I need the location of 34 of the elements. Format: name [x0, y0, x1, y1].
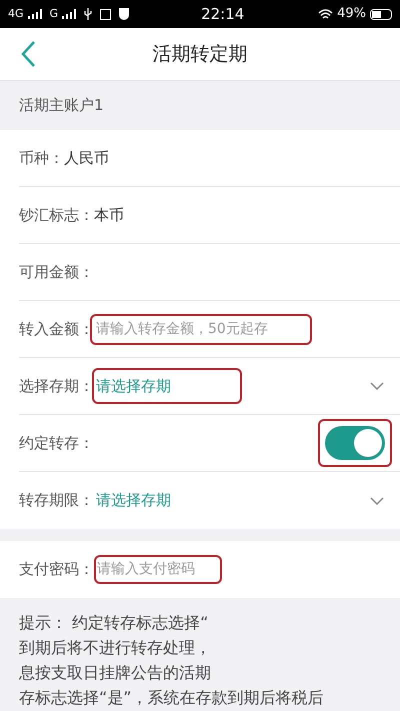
network-label: 4G — [8, 6, 24, 22]
field-label: 选择存期： — [19, 376, 94, 397]
clock: 22:14 — [201, 4, 244, 25]
usb-icon — [84, 8, 92, 20]
hint-text: 息按支取日挂牌公告的活期 — [19, 662, 212, 684]
field-label: 支付密码： — [19, 559, 94, 580]
signal-icon — [62, 9, 76, 19]
field-value: 人民币 — [64, 148, 109, 169]
field-label: 转存期限： — [19, 490, 94, 512]
battery-level: 49% — [337, 5, 366, 24]
chevron-left-icon — [20, 40, 36, 68]
field-value: 本币 — [94, 204, 124, 226]
battery-icon — [370, 8, 392, 20]
hint-text: 提示： 约定转存标志选择“ — [19, 612, 210, 634]
network-label: G — [50, 6, 58, 22]
account-name: 活期主账户1 — [19, 95, 104, 116]
password-input[interactable]: 请输入支付密码 — [94, 555, 222, 584]
toggle-switch[interactable] — [325, 426, 385, 460]
term-select[interactable]: 请选择存期 — [92, 482, 175, 519]
term-select[interactable]: 请选择存期 — [92, 368, 242, 404]
amount-input[interactable]: 请输入转存金额，50元起存 — [90, 314, 312, 344]
chevron-down-icon — [370, 382, 384, 390]
page-title: 活期转定期 — [152, 42, 248, 67]
field-label: 可用金额： — [19, 262, 94, 283]
shield-icon — [119, 8, 130, 20]
hint-text: 到期后将不进行转存处理， — [19, 637, 212, 659]
field-label: 币种： — [19, 148, 64, 169]
field-label: 约定转存： — [19, 432, 94, 454]
notification-icon — [100, 8, 112, 20]
chevron-down-icon — [370, 496, 384, 504]
wifi-icon — [318, 8, 334, 20]
hint-text: 存标志选择“是”，系统在存款到期后将税后 — [19, 687, 325, 709]
signal-icon — [28, 9, 42, 19]
field-label: 钞汇标志： — [19, 204, 94, 226]
